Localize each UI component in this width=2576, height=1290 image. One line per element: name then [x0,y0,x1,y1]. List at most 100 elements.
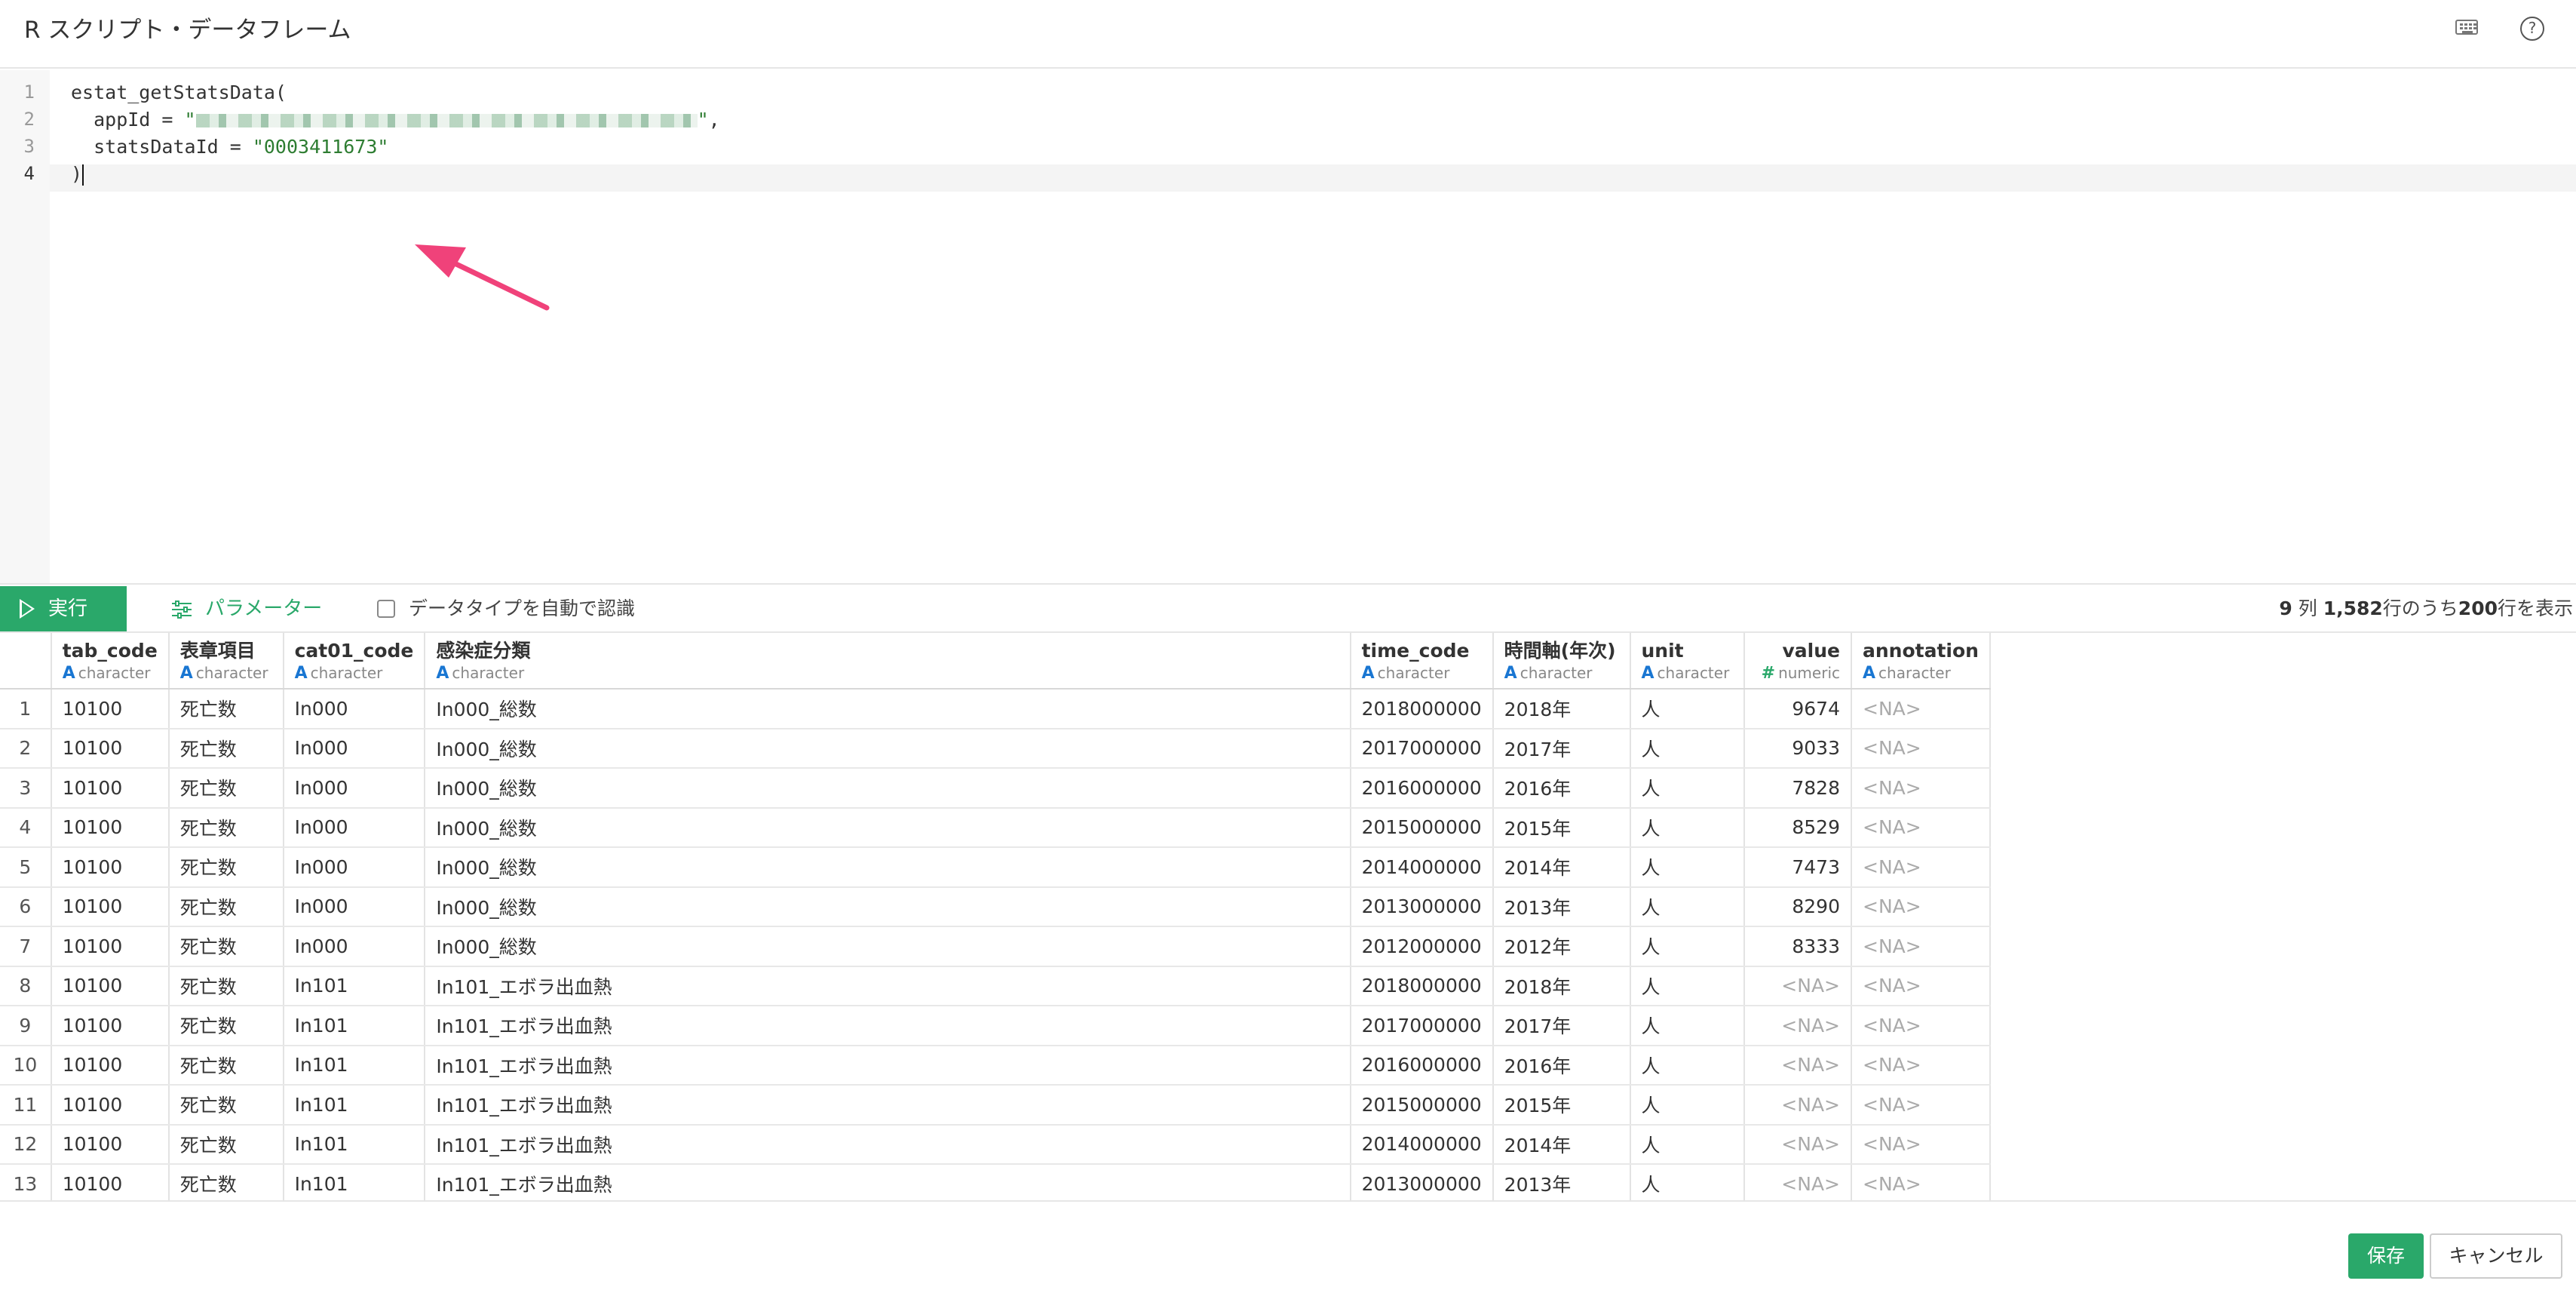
table-cell: 死亡数 [168,966,284,1006]
table-cell: 2016000000 [1350,1045,1494,1086]
table-cell: 人 [1630,886,1746,927]
code-line-2[interactable]: appId = " ", [71,106,720,134]
table-cell: <NA> [1851,728,1991,769]
table-cell: 2013年 [1492,886,1631,927]
code-line-4[interactable]: ) [71,161,84,188]
table-row[interactable]: 4 10100 死亡数 In000 In000_総数 2015000000 2015年人 85… [0,807,1991,848]
column-name: 感染症分類 [436,640,531,662]
table-cell: In000 [283,847,426,888]
table-cell: <NA> [1851,886,1991,927]
column-type: Acharacter [63,663,158,683]
table-row[interactable]: 9 10100 死亡数 In101 In101_エボラ出血熱 2017000000 2017… [0,1006,1991,1046]
table-cell: In000 [283,768,426,809]
table-cell: In101 [283,966,426,1006]
stats-data-id-string: "0003411673" [252,136,389,158]
column-header[interactable]: tab_code Acharacter [51,633,170,690]
table-cell: 2012年 [1492,926,1631,967]
table-cell: 2015年 [1492,807,1631,848]
column-type: Acharacter [436,663,1339,683]
table-cell: 人 [1630,689,1746,729]
column-header[interactable]: cat01_code Acharacter [283,633,426,690]
code-text: appId = [71,109,185,131]
table-cell: 10100 [51,966,170,1006]
table-cell: 人 [1630,1164,1746,1200]
table-cell: In101_エボラ出血熱 [425,966,1351,1006]
table-cell: In000_総数 [425,728,1351,769]
code-line-1[interactable]: estat_getStatsData( [71,79,287,106]
table-cell: 2016年 [1492,768,1631,809]
string-quote: " [697,109,709,131]
table-row[interactable]: 5 10100 死亡数 In000 In000_総数 2014000000 2014年人 74… [0,847,1991,888]
table-cell: 死亡数 [168,807,284,848]
auto-detect-type-checkbox[interactable] [377,600,395,618]
table-row[interactable]: 12 10100 死亡数 In101 In101_エボラ出血熱 2014000000 201… [0,1124,1991,1165]
table-cell: <NA> [1851,1085,1991,1126]
table-cell: 2015000000 [1350,807,1494,848]
table-cell: 死亡数 [168,1124,284,1165]
table-row[interactable]: 8 10100 死亡数 In101 In101_エボラ出血熱 2018000000 2018… [0,966,1991,1006]
column-header[interactable]: 感染症分類 Acharacter [425,633,1351,690]
character-type-icon: A [62,664,75,683]
table-cell: In101_エボラ出血熱 [425,1045,1351,1086]
column-header[interactable]: time_code Acharacter [1350,633,1494,690]
auto-detect-type-label[interactable]: データタイプを自動で認識 [409,592,635,625]
table-cell: In101_エボラ出血熱 [425,1124,1351,1165]
run-button[interactable]: 実行 [0,586,127,631]
column-type-label: numeric [1778,664,1840,682]
table-row[interactable]: 6 10100 死亡数 In000 In000_総数 2013000000 2013年人 82… [0,886,1991,927]
table-cell: 死亡数 [168,768,284,809]
table-cell: <NA> [1744,1124,1852,1165]
column-type-label: character [452,664,525,682]
row-index: 5 [0,847,52,888]
table-cell: 10100 [51,1045,170,1086]
column-name: cat01_code [294,640,414,662]
table-row[interactable]: 11 10100 死亡数 In101 In101_エボラ出血熱 2015000000 201… [0,1085,1991,1126]
summary-tail: 行を表示 [2497,597,2573,619]
row-index: 9 [0,1006,52,1046]
table-cell: 7473 [1744,847,1852,888]
table-row[interactable]: 2 10100 死亡数 In000 In000_総数 2017000000 2017年人 90… [0,728,1991,769]
help-icon[interactable]: ? [2520,17,2544,41]
column-header[interactable]: value # numeric [1744,633,1852,690]
table-cell: In000 [283,728,426,769]
table-cell: In101 [283,1124,426,1165]
column-header[interactable]: unit Acharacter [1630,633,1746,690]
table-cell: <NA> [1744,1085,1852,1126]
shown-rows: 200 [2458,597,2498,619]
table-row[interactable]: 3 10100 死亡数 In000 In000_総数 2016000000 2016年人 78… [0,768,1991,809]
table-cell: In000_総数 [425,847,1351,888]
window-title: R スクリプト・データフレーム [24,17,351,44]
data-preview-table[interactable]: tab_code Acharacter 表章項目 Acharacter cat01_co… [0,633,1991,1200]
table-cell: 10100 [51,1006,170,1046]
table-row[interactable]: 7 10100 死亡数 In000 In000_総数 2012000000 2012年人 83… [0,926,1991,967]
code-editor[interactable]: 1 2 3 4 estat_getStatsData( appId = " ", … [0,70,2576,583]
line-number: 1 [23,81,35,103]
keyboard-icon[interactable] [2455,20,2478,35]
save-button[interactable]: 保存 [2348,1233,2424,1279]
column-unit: 列 [2292,597,2323,619]
table-cell: 8290 [1744,886,1852,927]
table-cell: 2018年 [1492,966,1631,1006]
run-label: 実行 [48,597,88,620]
table-cell: 人 [1630,1085,1746,1126]
column-name: 時間軸(年次) [1504,640,1616,662]
code-line-3[interactable]: statsDataId = "0003411673" [71,134,388,161]
table-row[interactable]: 10 10100 死亡数 In101 In101_エボラ出血熱 2016000000 201… [0,1045,1991,1086]
column-header[interactable]: 時間軸(年次) Acharacter [1492,633,1631,690]
table-cell: In000_総数 [425,768,1351,809]
column-type: Acharacter [295,663,414,683]
table-row[interactable]: 13 10100 死亡数 In101 In101_エボラ出血熱 2013000000 201… [0,1164,1991,1200]
table-cell: In101 [283,1006,426,1046]
table-cell: 10100 [51,886,170,927]
line-number: 3 [23,136,35,157]
column-name: unit [1641,640,1684,662]
row-summary: 9 列 1,582行のうち200行を表示 [2279,592,2573,625]
table-cell: 10100 [51,926,170,967]
table-cell: 10100 [51,807,170,848]
table-cell: 死亡数 [168,728,284,769]
table-row[interactable]: 1 10100 死亡数 In000 In000_総数 2018000000 2018年人 96… [0,689,1991,729]
column-header[interactable]: 表章項目 Acharacter [168,633,284,690]
column-header[interactable]: annotation Acharacter [1851,633,1991,690]
table-cell: <NA> [1851,1045,1991,1086]
cancel-button[interactable]: キャンセル [2430,1233,2562,1279]
